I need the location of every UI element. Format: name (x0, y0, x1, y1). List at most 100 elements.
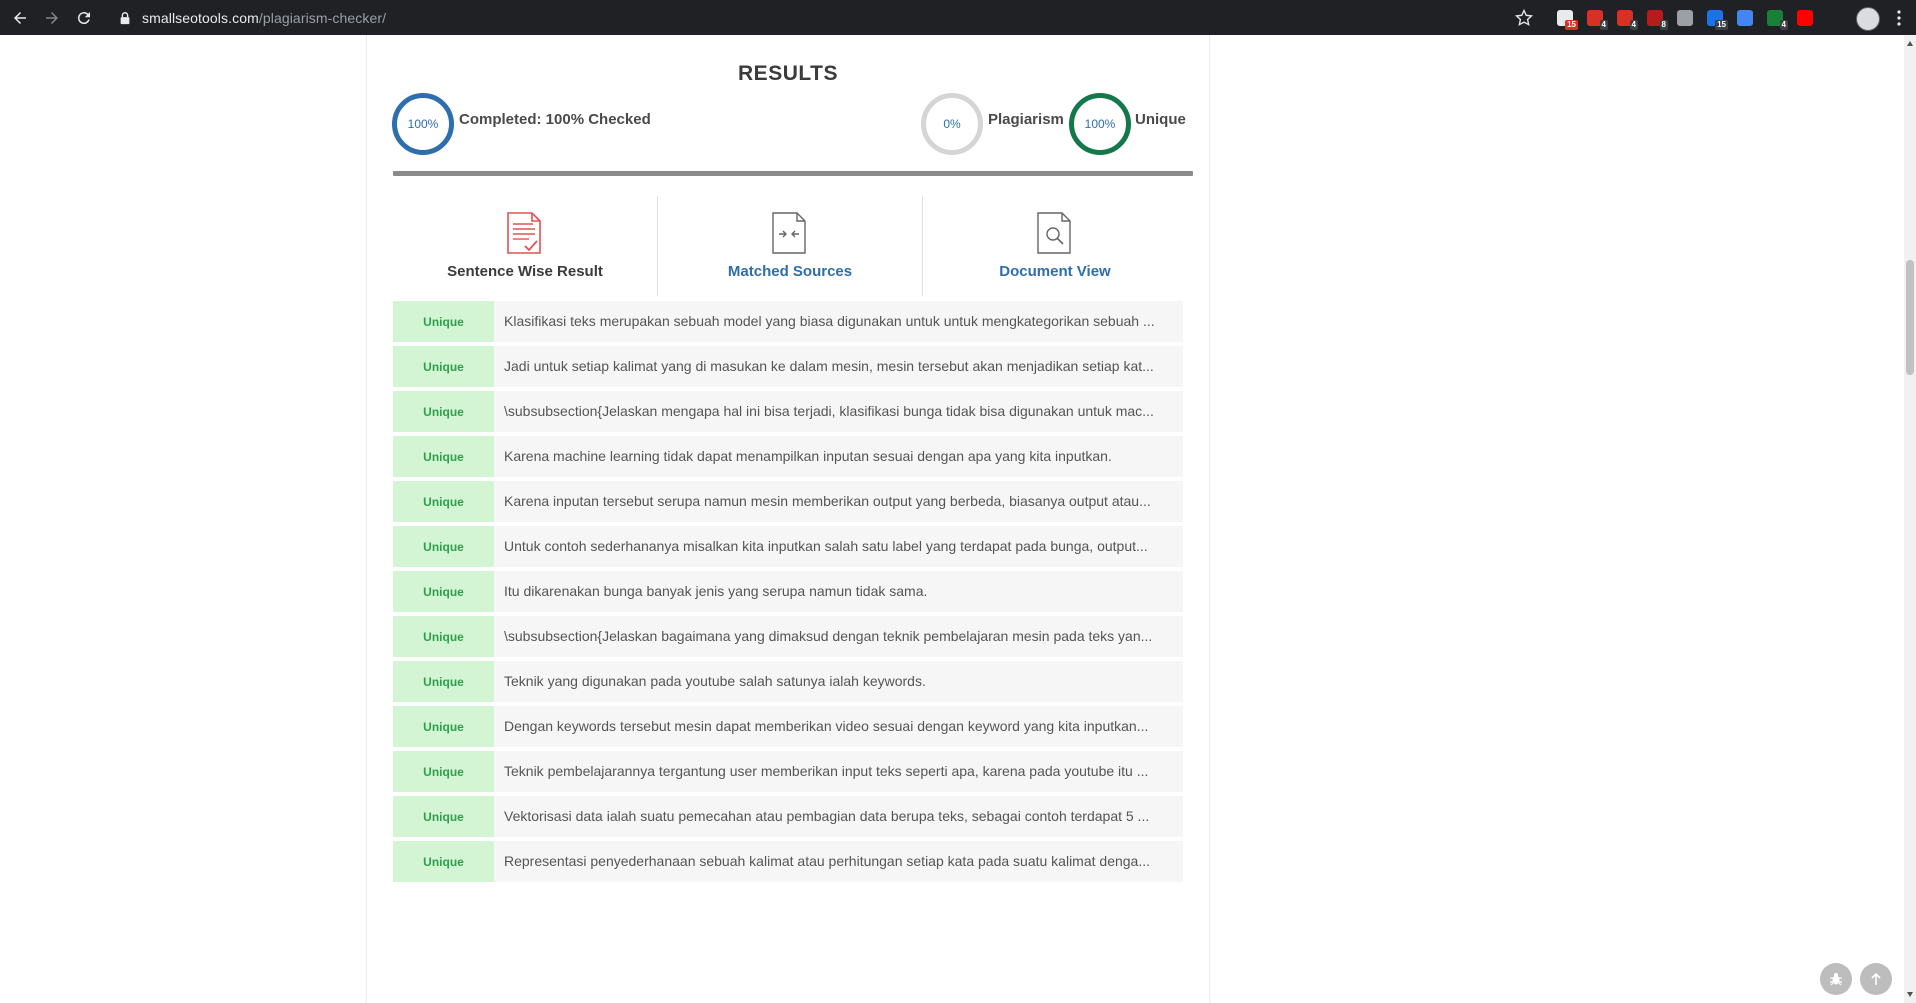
sentence-text: Jadi untuk setiap kalimat yang di masuka… (504, 358, 1154, 374)
tab-matched-sources-label: Matched Sources (727, 263, 853, 280)
reload-button[interactable] (68, 0, 100, 35)
bug-icon (1830, 973, 1842, 986)
arrow-up-icon (1871, 972, 1881, 985)
back-arrow-icon (14, 11, 26, 24)
extensions-bar: 15 4 4 8 15 4 (1550, 0, 1820, 35)
document-check-icon (507, 212, 541, 254)
sentence-text: Untuk contoh sederhananya misalkan kita … (504, 538, 1148, 554)
sentence-row[interactable]: Unique Karena machine learning tidak dapa… (393, 436, 1183, 477)
status-badge: Unique (393, 481, 494, 522)
scroll-down-arrow-icon[interactable] (1907, 992, 1913, 997)
lock-icon (120, 11, 130, 24)
plagiarism-percent: 0% (943, 117, 961, 131)
status-badge: Unique (393, 751, 494, 792)
adblock-extension-button[interactable]: 4 (1580, 0, 1610, 35)
abp-extension-button[interactable]: 4 (1610, 0, 1640, 35)
url-text: smallseotools.com/plagiarism-checker/ (142, 10, 386, 26)
sentence-row[interactable]: Unique \subsubsection{Jelaskan mengapa ha… (393, 391, 1183, 432)
color-picker-extension-button[interactable] (1730, 0, 1760, 35)
address-bar[interactable]: smallseotools.com/plagiarism-checker/ (110, 5, 1514, 30)
unique-ring: 100% (1069, 93, 1131, 155)
status-badge: Unique (393, 301, 494, 342)
sentence-row[interactable]: Unique Karena inputan tersebut serupa nam… (393, 481, 1183, 522)
results-title: RESULTS (738, 62, 838, 85)
document-search-icon (1037, 212, 1071, 254)
sentence-row[interactable]: Unique Jadi untuk setiap kalimat yang di … (393, 346, 1183, 387)
unique-percent: 100% (1084, 117, 1116, 131)
url-path: /plagiarism-checker/ (258, 9, 387, 26)
sentence-text: Karena inputan tersebut serupa namun mes… (504, 493, 1151, 509)
sentence-row[interactable]: Unique \subsubsection{Jelaskan bagaimana … (393, 616, 1183, 657)
scroll-to-top-button[interactable] (1860, 963, 1892, 995)
tab-sentence-wise-label: Sentence Wise Result (447, 263, 603, 280)
youtube-extension-icon (1797, 9, 1813, 26)
sentence-text: Vektorisasi data ialah suatu pemecahan a… (504, 808, 1150, 824)
result-tabs: Sentence Wise Result Matched Sources Doc… (393, 196, 1187, 296)
status-badge: Unique (393, 436, 494, 477)
page-scrollbar[interactable] (1904, 35, 1916, 1003)
results-panel: RESULTS 100% Completed: 100% Checked 0% … (366, 35, 1210, 1003)
tab-document-view-label: Document View (999, 263, 1111, 280)
reload-icon (77, 11, 90, 24)
extension-badge: 4 (1629, 20, 1638, 30)
status-badge: Unique (393, 706, 494, 747)
bookmark-star-icon[interactable] (1514, 8, 1534, 28)
sentence-row[interactable]: Unique Untuk contoh sederhananya misalkan… (393, 526, 1183, 567)
sentence-row[interactable]: Unique Teknik yang digunakan pada youtube… (393, 661, 1183, 702)
status-badge: Unique (393, 616, 494, 657)
compare-document-icon (772, 212, 806, 254)
scroll-thumb[interactable] (1906, 260, 1914, 375)
report-bug-button[interactable] (1820, 963, 1852, 995)
back-button[interactable] (4, 0, 36, 35)
extension-badge: 15 (1565, 20, 1578, 30)
sentence-text: \subsubsection{Jelaskan bagaimana yang d… (504, 628, 1153, 644)
plagiarism-ring: 0% (921, 93, 983, 155)
sentence-text: Teknik yang digunakan pada youtube salah… (504, 673, 926, 689)
completed-percent: 100% (407, 117, 439, 131)
sentence-text: Dengan keywords tersebut mesin dapat mem… (504, 718, 1149, 734)
color-picker-extension-icon (1737, 9, 1753, 26)
plagiarism-label: Plagiarism (988, 111, 1064, 128)
extension-badge: 4 (1599, 20, 1608, 30)
screenshot-extension-button[interactable] (1670, 0, 1700, 35)
browser-menu-icon[interactable] (1892, 9, 1906, 27)
status-badge: Unique (393, 796, 494, 837)
screenshot-extension-icon (1677, 9, 1693, 26)
completed-label: Completed: 100% Checked (459, 111, 651, 128)
extension-badge: 4 (1779, 20, 1788, 30)
extension-badge: 15 (1715, 20, 1728, 30)
tab-matched-sources[interactable]: Matched Sources (657, 196, 922, 296)
sentence-row[interactable]: Unique Teknik pembelajarannya tergantung … (393, 751, 1183, 792)
status-badge: Unique (393, 661, 494, 702)
sentence-text: Teknik pembelajarannya tergantung user m… (504, 763, 1149, 779)
status-badge: Unique (393, 346, 494, 387)
forward-arrow-icon (46, 11, 58, 24)
unique-label: Unique (1135, 111, 1186, 128)
status-badge: Unique (393, 391, 494, 432)
sentence-row[interactable]: Unique Klasifikasi teks merupakan sebuah … (393, 301, 1183, 342)
status-badge: Unique (393, 841, 494, 882)
completed-ring: 100% (392, 93, 454, 155)
sentence-row[interactable]: Unique Vektorisasi data ialah suatu pemec… (393, 796, 1183, 837)
browser-toolbar: smallseotools.com/plagiarism-checker/ 15… (0, 0, 1916, 35)
sentence-row[interactable]: Unique Dengan keywords tersebut mesin dap… (393, 706, 1183, 747)
sentence-text: Klasifikasi teks merupakan sebuah model … (504, 313, 1155, 329)
sentence-text: \subsubsection{Jelaskan mengapa hal ini … (504, 403, 1154, 419)
shield-extension-button[interactable]: 4 (1760, 0, 1790, 35)
forward-button[interactable] (36, 0, 68, 35)
sentence-text: Karena machine learning tidak dapat mena… (504, 448, 1112, 464)
tab-sentence-wise-result[interactable]: Sentence Wise Result (393, 196, 657, 296)
tab-manager-extension-button[interactable]: 15 (1550, 0, 1580, 35)
sentence-text: Itu dikarenakan bunga banyak jenis yang … (504, 583, 928, 599)
ublock-extension-button[interactable]: 8 (1640, 0, 1670, 35)
sentence-row[interactable]: Unique Representasi penyederhanaan sebuah… (393, 841, 1183, 882)
youtube-extension-button[interactable] (1790, 0, 1820, 35)
status-badge: Unique (393, 526, 494, 567)
sentence-text: Representasi penyederhanaan sebuah kalim… (504, 853, 1151, 869)
profile-avatar[interactable] (1856, 7, 1880, 31)
status-badge: Unique (393, 571, 494, 612)
scroll-up-arrow-icon[interactable] (1907, 41, 1913, 46)
sentence-row[interactable]: Unique Itu dikarenakan bunga banyak jenis… (393, 571, 1183, 612)
tab-document-view[interactable]: Document View (922, 196, 1187, 296)
grammar-extension-button[interactable]: 15 (1700, 0, 1730, 35)
